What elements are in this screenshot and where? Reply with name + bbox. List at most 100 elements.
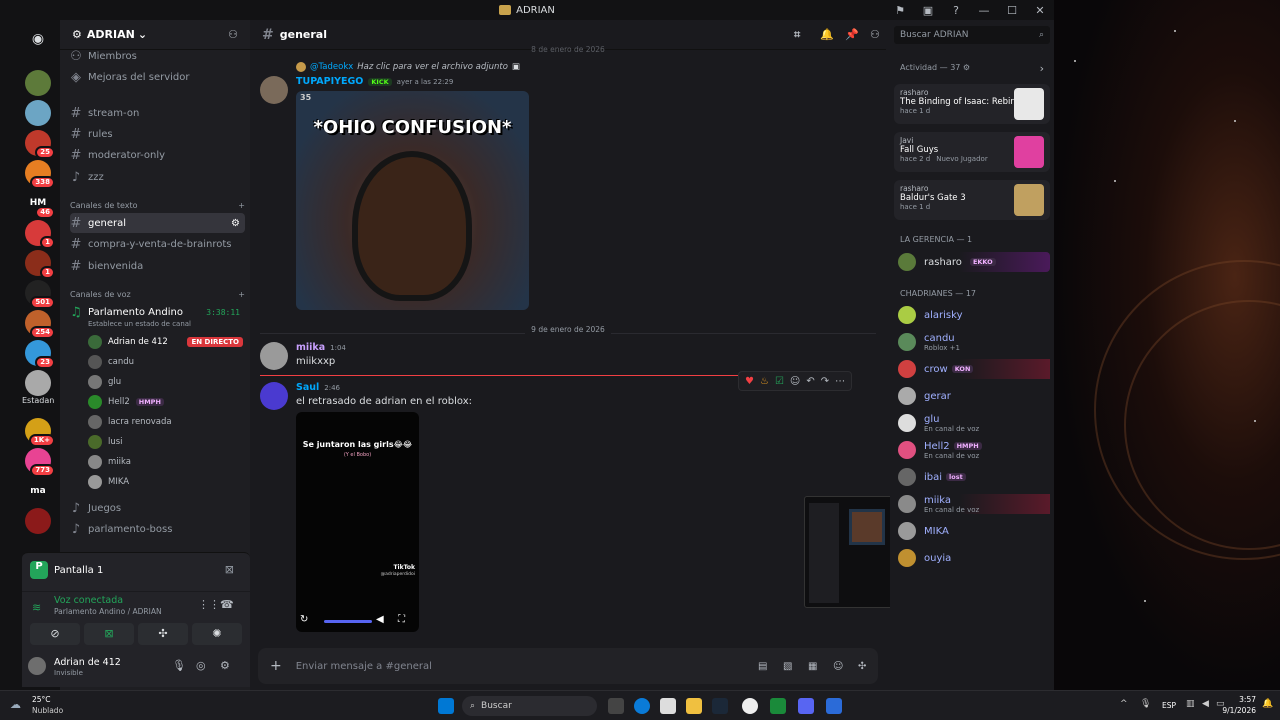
chrome-icon[interactable] [742, 698, 758, 714]
channel-juegos[interactable]: ♪ Juegos [70, 498, 245, 518]
server-icon[interactable] [25, 70, 51, 96]
activity-card[interactable]: rasharo Baldur's Gate 3 hace 1 d [894, 180, 1050, 220]
taskbar-search[interactable]: ⌕ Buscar [462, 696, 597, 716]
replay-icon[interactable]: ↻ [300, 614, 308, 625]
video-progress[interactable] [324, 620, 372, 623]
channel-moderator-only[interactable]: # moderator-only [70, 145, 245, 165]
heart-reaction-icon[interactable]: ♥ [745, 376, 754, 387]
mic-tray-icon[interactable]: 🎙 [1140, 699, 1151, 709]
member-item[interactable]: crow KON [898, 359, 1050, 379]
plus-icon[interactable]: + [238, 290, 245, 299]
attachment-image[interactable]: 35 *OHIO CONFUSION* [296, 91, 529, 310]
screen-share-button[interactable]: ⊠ [84, 623, 134, 645]
clock-date[interactable]: 9/1/2026 [1216, 706, 1256, 715]
folder-label[interactable]: Estadan [22, 396, 54, 405]
gift-icon[interactable]: ▤ [758, 661, 767, 672]
discord-home-icon[interactable]: ◉ [25, 26, 51, 52]
close-stream-icon[interactable]: ⊠ [225, 563, 234, 576]
clock-time[interactable]: 3:57 [1222, 695, 1256, 704]
member-item[interactable]: ibai lost [898, 467, 1050, 487]
check-reaction-icon[interactable]: ☑ [775, 376, 784, 387]
help-icon[interactable]: ? [942, 4, 970, 17]
channel-parlamento-boss[interactable]: ♪ parlamento-boss [70, 519, 245, 539]
members-toggle-icon[interactable]: ⚇ [870, 28, 880, 41]
settings-icon[interactable]: ⚙ [220, 659, 230, 672]
author-name[interactable]: TUPAPIYEGO [296, 76, 363, 87]
search-input[interactable]: Buscar ADRIAN ⌕ [894, 26, 1050, 44]
message-input-bar[interactable]: + Enviar mensaje a #general ▤ ▧ ▦ ☺ ✣ [258, 648, 878, 684]
weather-temp[interactable]: 25°C [32, 695, 51, 704]
channel-bienvenida[interactable]: # bienvenida [70, 256, 245, 276]
invite-icon[interactable]: ⚇ [228, 28, 238, 41]
activity-card[interactable]: rasharo The Binding of Isaac: Rebirth hace… [894, 84, 1050, 124]
voice-user[interactable]: lusi [88, 433, 243, 451]
edge-icon[interactable] [634, 698, 650, 714]
voice-user[interactable]: miika [88, 453, 243, 471]
server-icon[interactable]: 338 [25, 160, 55, 189]
minimize-button[interactable]: — [970, 4, 998, 17]
volume-icon[interactable]: ◀ [376, 614, 384, 625]
camera-off-icon[interactable]: ⊘ [30, 623, 80, 645]
server-icon[interactable] [25, 100, 51, 126]
category-text[interactable]: Canales de texto + [70, 201, 245, 210]
channel-general[interactable]: # general ⚙ [70, 213, 245, 233]
server-icon[interactable]: 1K+ [25, 418, 55, 447]
server-icon[interactable]: 1 [25, 220, 55, 249]
voice-user[interactable]: MIKA [88, 473, 243, 491]
server-icon[interactable]: 773 [25, 448, 55, 477]
voice-user[interactable]: lacra renovada [88, 413, 243, 431]
member-item[interactable]: Hell2 HMPH En canal de voz [898, 440, 1050, 460]
voice-location[interactable]: Parlamento Andino / ADRIAN [54, 607, 162, 616]
bell-icon[interactable]: 🔔 [820, 28, 834, 41]
member-item[interactable]: glu En canal de voz [898, 413, 1050, 433]
notification-icon[interactable]: 🔔 [1262, 699, 1273, 709]
author-name[interactable]: miika [296, 342, 325, 353]
stream-preview-row[interactable]: P Pantalla 1 [30, 561, 103, 579]
sidebar-item-members[interactable]: ⚇ Miembros [70, 46, 245, 66]
disconnect-icon[interactable]: ☎ [220, 598, 234, 611]
sidebar-item-boost[interactable]: ◈ Mejoras del servidor [70, 67, 245, 87]
network-icon[interactable]: ▥ [1186, 699, 1195, 709]
member-item[interactable]: miika En canal de voz [898, 494, 1050, 514]
server-icon[interactable]: 1 [25, 250, 55, 279]
store-icon[interactable] [660, 698, 676, 714]
explorer-icon[interactable] [686, 698, 702, 714]
server-icon[interactable]: 254 [25, 310, 55, 339]
more-icon[interactable]: ⋯ [835, 376, 845, 387]
volume-icon[interactable]: ◀ [1202, 699, 1209, 709]
gif-icon[interactable]: ▧ [783, 661, 792, 672]
forward-icon[interactable]: ↷ [821, 376, 829, 387]
member-item[interactable]: gerar [898, 386, 1050, 406]
member-item[interactable]: candu Roblox +1 [898, 332, 1050, 352]
voice-user[interactable]: candu [88, 353, 243, 371]
plus-icon[interactable]: + [238, 201, 245, 210]
server-icon[interactable]: HM 46 [25, 190, 55, 219]
app-icon[interactable] [770, 698, 786, 714]
reply-preview[interactable]: @Tadeokx Haz clic para ver el archivo ad… [296, 62, 520, 72]
sticker-icon[interactable]: ▦ [808, 661, 817, 672]
soundboard-icon[interactable]: ✺ [192, 623, 242, 645]
author-name[interactable]: Saul [296, 382, 319, 393]
member-item[interactable]: ouyia [898, 548, 1050, 568]
mic-icon[interactable]: 🎙 [172, 659, 186, 672]
server-icon[interactable]: 23 [25, 340, 55, 369]
message-input[interactable]: Enviar mensaje a #general [296, 661, 432, 672]
channel-rules[interactable]: # rules [70, 124, 245, 144]
voice-user[interactable]: glu [88, 373, 243, 391]
tray-chevron-icon[interactable]: ^ [1120, 699, 1128, 709]
channel-stream-on[interactable]: # stream-on [70, 103, 245, 123]
voice-user[interactable]: Hell2 HMPH [88, 393, 243, 411]
noise-icon[interactable]: ⋮⋮ [198, 598, 220, 611]
server-icon[interactable]: 25 [25, 130, 55, 159]
apps-icon[interactable]: ✣ [858, 661, 866, 672]
category-voice[interactable]: Canales de voz + [70, 290, 245, 299]
server-icon[interactable]: 501 [25, 280, 55, 309]
plus-icon[interactable]: + [270, 658, 282, 674]
fire-reaction-icon[interactable]: ♨ [760, 376, 769, 387]
discord-taskbar-icon[interactable] [798, 698, 814, 714]
voice-channel-parlamento[interactable]: ♫ Parlamento Andino 3:38:11 [70, 302, 245, 322]
channel-compra[interactable]: # compra-y-venta-de-brainrots [70, 234, 245, 254]
voice-status-hint[interactable]: Establece un estado de canal [88, 320, 191, 328]
member-rasharo[interactable]: rasharo EKKO [898, 252, 1050, 272]
video-attachment[interactable]: Se juntaron las girls😂😂 (Y el Bobo) TikT… [296, 412, 419, 632]
